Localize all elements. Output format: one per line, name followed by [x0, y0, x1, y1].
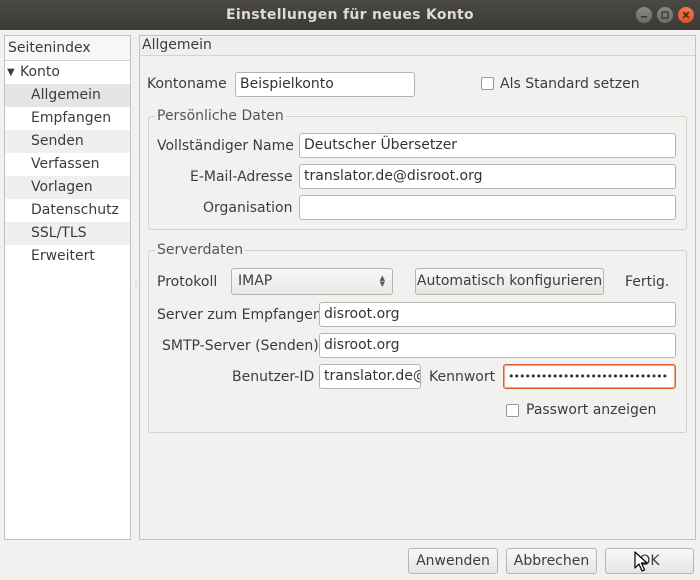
protocol-label: Protokoll: [157, 274, 218, 290]
tree-root-konto[interactable]: ▼ Konto: [5, 61, 130, 84]
spinner-arrows-icon: ▲ ▼: [379, 274, 385, 288]
sidebar-item-datenschutz[interactable]: Datenschutz: [5, 199, 130, 222]
expand-arrow-icon[interactable]: ▼: [7, 61, 20, 84]
autoconfigure-button[interactable]: Automatisch konfigurieren: [415, 268, 604, 295]
show-password-label: Passwort anzeigen: [526, 402, 657, 418]
dialog-button-bar: Anwenden Abbrechen OK: [0, 540, 700, 580]
fullname-input[interactable]: Deutscher Übersetzer: [299, 133, 676, 158]
personal-data-title: Persönliche Daten: [155, 108, 286, 124]
page-index-sidebar: Seitenindex ▼ Konto Allgemein Empfangen …: [4, 35, 131, 540]
sidebar-item-verfassen[interactable]: Verfassen: [5, 153, 130, 176]
user-id-label: Benutzer-ID: [232, 369, 315, 385]
cancel-button[interactable]: Abbrechen: [506, 548, 597, 574]
organization-label: Organisation: [203, 200, 293, 216]
show-password-checkbox[interactable]: [506, 404, 519, 417]
sidebar-item-senden[interactable]: Senden: [5, 130, 130, 153]
tree-root-label: Konto: [20, 64, 60, 80]
fullname-label: Vollständiger Name: [157, 138, 294, 154]
sidebar-header: Seitenindex: [5, 36, 130, 61]
incoming-server-label: Server zum Empfangen: [157, 307, 322, 323]
password-input[interactable]: •••••••••••••••••••••••••••••: [503, 364, 676, 389]
ok-button[interactable]: OK: [605, 548, 694, 574]
mouse-pointer-icon: [634, 551, 648, 572]
sidebar-item-empfangen[interactable]: Empfangen: [5, 107, 130, 130]
default-account-checkbox[interactable]: [481, 77, 494, 90]
default-account-label: Als Standard setzen: [500, 76, 640, 92]
sidebar-item-ssl-tls[interactable]: SSL/TLS: [5, 222, 130, 245]
email-label: E-Mail-Adresse: [190, 169, 293, 185]
account-name-input[interactable]: Beispielkonto: [235, 72, 415, 97]
organization-input[interactable]: [299, 195, 676, 220]
protocol-value: IMAP: [238, 273, 273, 289]
smtp-server-label: SMTP-Server (Senden): [162, 338, 319, 354]
title-bar: Einstellungen für neues Konto: [0, 0, 700, 30]
smtp-server-input[interactable]: disroot.org: [319, 333, 676, 358]
password-label: Kennwort: [429, 369, 496, 385]
incoming-server-input[interactable]: disroot.org: [319, 302, 676, 327]
sidebar-item-erweitert[interactable]: Erweitert: [5, 245, 130, 268]
protocol-select[interactable]: IMAP ▲ ▼: [231, 268, 393, 295]
sidebar-item-allgemein[interactable]: Allgemein: [5, 84, 130, 107]
user-id-input[interactable]: translator.de@: [319, 364, 421, 389]
splitter-handle[interactable]: ⋮: [132, 281, 140, 291]
server-data-title: Serverdaten: [155, 242, 246, 258]
minimize-icon[interactable]: [636, 7, 652, 23]
close-icon[interactable]: [678, 7, 694, 23]
window-title: Einstellungen für neues Konto: [226, 7, 474, 23]
account-name-label: Kontoname: [147, 76, 227, 92]
settings-content-panel: Allgemein Kontoname Beispielkonto Als St…: [139, 35, 696, 540]
apply-button[interactable]: Anwenden: [408, 548, 498, 574]
status-text: Fertig.: [625, 274, 670, 290]
maximize-icon[interactable]: [657, 7, 673, 23]
email-input[interactable]: translator.de@disroot.org: [299, 164, 676, 189]
sidebar-item-vorlagen[interactable]: Vorlagen: [5, 176, 130, 199]
page-title: Allgemein: [140, 36, 695, 56]
